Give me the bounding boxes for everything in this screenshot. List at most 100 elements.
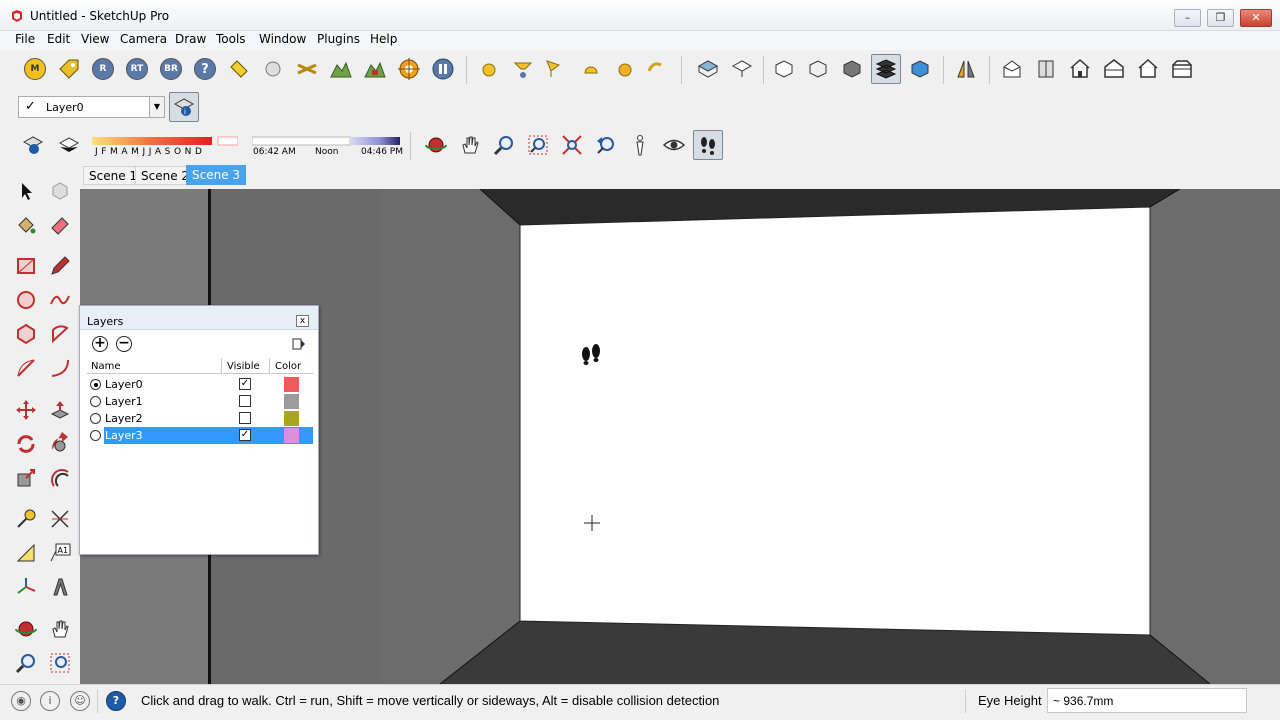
3d-text-button[interactable] — [45, 572, 75, 602]
geolocation-icon[interactable]: ◉ — [11, 691, 31, 711]
zoom-window-button[interactable] — [523, 130, 553, 160]
previous-view-button[interactable] — [591, 130, 621, 160]
layer-details-icon[interactable] — [292, 337, 306, 351]
follow-me-button[interactable] — [45, 429, 75, 459]
eraser-button[interactable] — [45, 210, 75, 240]
walk-button[interactable] — [693, 130, 723, 160]
time-slider[interactable] — [252, 135, 400, 147]
layer-dropdown[interactable]: ✓ Layer0 ▼ — [18, 96, 165, 118]
help-icon[interactable]: ? — [106, 691, 126, 711]
line-tool-button[interactable] — [45, 251, 75, 281]
layers-panel-header[interactable]: Layers x — [80, 306, 318, 330]
terrain2-plugin-button[interactable] — [360, 54, 390, 84]
minimize-button[interactable]: – — [1174, 9, 1201, 27]
make-component-button[interactable] — [45, 176, 75, 206]
text-tool-button[interactable]: A1 — [45, 538, 75, 568]
freehand-tool-button[interactable] — [45, 285, 75, 315]
wireframe-button[interactable] — [803, 54, 833, 84]
terrain-plugin-button[interactable] — [326, 54, 356, 84]
column-color[interactable]: Color — [271, 358, 313, 374]
layer-row[interactable]: Layer2 — [87, 410, 313, 427]
arc2-tool-button[interactable] — [45, 353, 75, 383]
look-around-button[interactable] — [659, 130, 689, 160]
layer-current-radio[interactable] — [90, 413, 101, 424]
zoom-tool-button[interactable] — [11, 648, 41, 678]
polygon-tool-button[interactable] — [11, 319, 41, 349]
arc-light-button[interactable] — [640, 54, 670, 84]
layer-manager-button[interactable]: i — [169, 92, 199, 122]
measurements-input[interactable]: ~ 936.7mm — [1047, 688, 1247, 713]
add-layer-button[interactable]: + — [92, 336, 108, 352]
chevron-down-icon[interactable]: ▼ — [149, 97, 164, 117]
house-right-button[interactable] — [1099, 54, 1129, 84]
layer-current-radio[interactable] — [90, 396, 101, 407]
zoom-extents-button[interactable] — [557, 130, 587, 160]
layer-row[interactable]: Layer1 — [87, 393, 313, 410]
crossed-plugin-button[interactable] — [292, 54, 322, 84]
dimension-tool-button[interactable] — [45, 504, 75, 534]
help-plugin-button[interactable]: ? — [190, 54, 220, 84]
view-iso-button[interactable] — [693, 54, 723, 84]
position-camera-button[interactable] — [625, 130, 655, 160]
label-plugin-button[interactable] — [224, 54, 254, 84]
layers-close-button[interactable]: x — [296, 315, 309, 327]
shaded-textures-button[interactable] — [871, 54, 901, 84]
scene-tab-3[interactable]: Scene 3 — [186, 165, 247, 185]
column-name[interactable]: Name — [87, 358, 222, 374]
spotlight-button[interactable] — [508, 54, 538, 84]
pie-tool-button[interactable] — [45, 319, 75, 349]
menu-tools[interactable]: Tools — [216, 32, 246, 46]
scale-tool-button[interactable] — [11, 463, 41, 493]
user-icon[interactable]: ☺ — [70, 691, 90, 711]
menu-camera[interactable]: Camera — [120, 32, 167, 46]
month-slider[interactable] — [92, 135, 238, 147]
maximize-button[interactable]: ❐ — [1207, 9, 1234, 27]
layer-color-swatch[interactable] — [284, 377, 299, 392]
xray-button[interactable] — [769, 54, 799, 84]
section-button[interactable] — [951, 54, 981, 84]
br-plugin-button[interactable]: BR — [156, 54, 186, 84]
menu-draw[interactable]: Draw — [175, 32, 206, 46]
house-front-button[interactable] — [1065, 54, 1095, 84]
orb-button[interactable] — [610, 54, 640, 84]
select-tool-button[interactable] — [11, 176, 41, 206]
sphere-plugin-button[interactable] — [258, 54, 288, 84]
layer-row-selected[interactable]: Layer3 ✓ — [87, 427, 313, 444]
pan-tool-button[interactable] — [45, 614, 75, 644]
sphere-yellow-button[interactable] — [474, 54, 504, 84]
menu-window[interactable]: Window — [259, 32, 306, 46]
monochrome-button[interactable] — [905, 54, 935, 84]
pan-button[interactable] — [455, 130, 485, 160]
house-back-button[interactable] — [1133, 54, 1163, 84]
orbit-tool-button[interactable] — [11, 614, 41, 644]
credits-icon[interactable]: i — [40, 691, 60, 711]
zoom-extents-tool-button[interactable] — [45, 648, 75, 678]
layer-name[interactable]: Layer0 — [104, 376, 222, 393]
layer-row[interactable]: Layer0 ✓ — [87, 376, 313, 393]
r-plugin-button[interactable]: R — [88, 54, 118, 84]
display-shadows-button[interactable] — [54, 130, 84, 160]
remove-layer-button[interactable]: − — [116, 336, 132, 352]
layer-visible-checkbox[interactable]: ✓ — [239, 378, 251, 390]
move-tool-button[interactable] — [11, 395, 41, 425]
light-button[interactable] — [538, 54, 568, 84]
layer-name[interactable]: Layer2 — [104, 410, 222, 427]
target-plugin-button[interactable] — [394, 54, 424, 84]
column-visible[interactable]: Visible — [223, 358, 270, 374]
layer-color-swatch[interactable] — [284, 394, 299, 409]
m-plugin-button[interactable]: M — [20, 54, 50, 84]
offset-tool-button[interactable] — [45, 463, 75, 493]
rectangle-tool-button[interactable] — [11, 251, 41, 281]
layer-current-radio[interactable] — [90, 379, 101, 390]
layer-visible-checkbox[interactable]: ✓ — [239, 429, 251, 441]
close-button[interactable]: ✕ — [1240, 9, 1272, 27]
arc-tool-button[interactable] — [11, 353, 41, 383]
layer-name[interactable]: Layer3 — [104, 427, 222, 444]
menu-view[interactable]: View — [81, 32, 109, 46]
house-left-button[interactable] — [1167, 54, 1197, 84]
layer-name[interactable]: Layer1 — [104, 393, 222, 410]
layer-visible-checkbox[interactable] — [239, 412, 251, 424]
rotate-tool-button[interactable] — [11, 429, 41, 459]
layer-color-swatch[interactable] — [284, 428, 299, 443]
layer-visible-checkbox[interactable] — [239, 395, 251, 407]
